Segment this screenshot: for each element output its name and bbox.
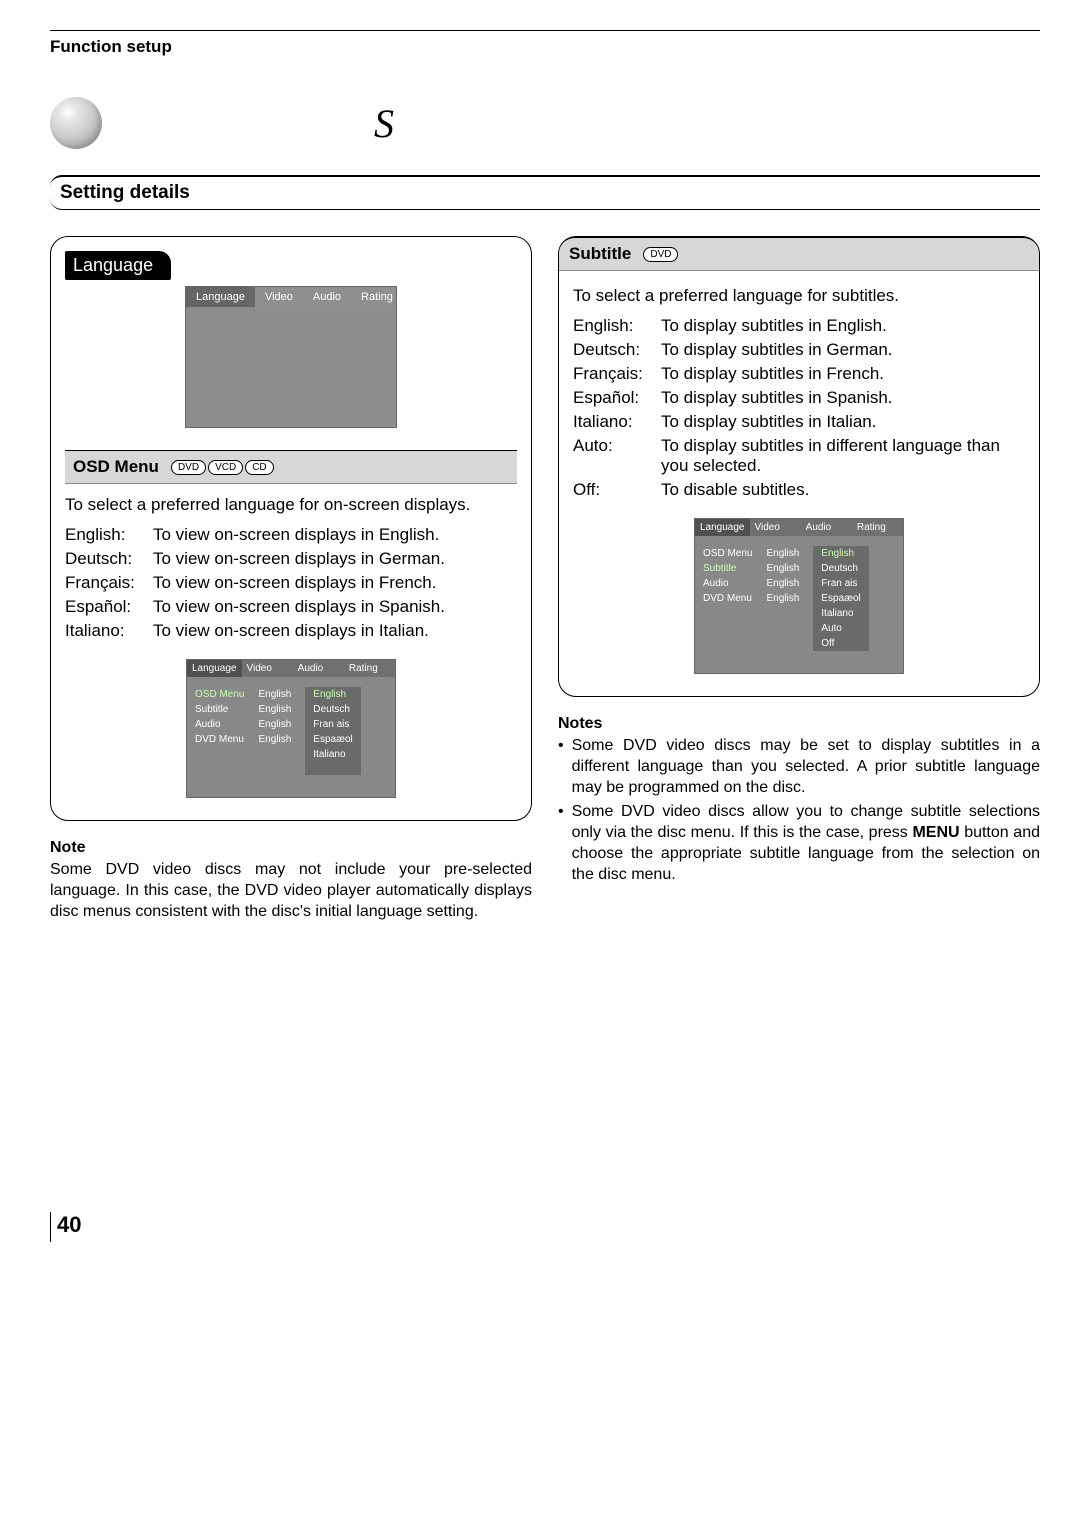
- notes-heading: Notes: [558, 715, 1040, 733]
- opt-key: English:: [573, 316, 655, 336]
- opt-key: Español:: [573, 388, 655, 408]
- page-title-initial: S: [374, 100, 394, 147]
- left-column: Language Language Video Audio Rating OSD…: [50, 236, 532, 922]
- opt-key: Deutsch:: [573, 340, 655, 360]
- mini-opt: Espaæol: [313, 732, 352, 747]
- page-footer: 40: [50, 1212, 1040, 1242]
- opt-key: Auto:: [573, 436, 655, 476]
- subtitle-label: Subtitle: [569, 244, 631, 264]
- mini-val: English: [258, 702, 291, 717]
- disc-pill-cd: CD: [245, 460, 273, 475]
- mini-row: Audio: [703, 576, 752, 591]
- mini-row: DVD Menu: [703, 591, 752, 606]
- opt-key: Français:: [65, 573, 147, 593]
- mini-tab: Video: [750, 519, 801, 536]
- mini-tab: Audio: [801, 519, 852, 536]
- right-column: Subtitle DVD To select a preferred langu…: [558, 236, 1040, 922]
- mini-tab-audio: Audio: [303, 287, 351, 307]
- osd-preview-top: Language Video Audio Rating: [185, 286, 397, 428]
- osd-menu-header: OSD Menu DVD VCD CD: [65, 450, 517, 484]
- mini-tab-language: Language: [186, 287, 255, 307]
- osd-menu-label: OSD Menu: [73, 457, 159, 477]
- osd-menu-desc: To select a preferred language for on-sc…: [65, 494, 517, 517]
- mini-row: DVD Menu: [195, 732, 244, 747]
- osd-menu-options: English: To view on-screen displays in En…: [65, 525, 517, 641]
- opt-val: To display subtitles in Italian.: [661, 412, 1025, 432]
- mini-opt: Auto: [821, 621, 860, 636]
- osd-preview-right: Language Video Audio Rating OSD Menu Sub…: [694, 518, 904, 674]
- opt-val: To view on-screen displays in Italian.: [153, 621, 517, 641]
- language-panel: Language Language Video Audio Rating OSD…: [50, 236, 532, 821]
- disc-pill-dvd: DVD: [643, 247, 678, 262]
- opt-val: To display subtitles in English.: [661, 316, 1025, 336]
- opt-key: Deutsch:: [65, 549, 147, 569]
- mini-opt: Fran ais: [313, 717, 352, 732]
- mini-opt: Italiano: [313, 747, 352, 762]
- opt-key: English:: [65, 525, 147, 545]
- mini-row: Subtitle: [195, 702, 244, 717]
- mini-row: Audio: [195, 717, 244, 732]
- mini-tab-rating: Rating: [351, 287, 403, 307]
- page-number: 40: [57, 1212, 81, 1237]
- mini-opt: Italiano: [821, 606, 860, 621]
- mini-val: English: [766, 591, 799, 606]
- opt-key: Español:: [65, 597, 147, 617]
- sphere-icon: [50, 97, 102, 149]
- opt-val: To display subtitles in French.: [661, 364, 1025, 384]
- mini-tab: Rating: [852, 519, 903, 536]
- mini-opt: English: [821, 546, 860, 561]
- opt-key: Français:: [573, 364, 655, 384]
- mini-row: OSD Menu: [195, 687, 244, 702]
- subtitle-desc: To select a preferred language for subti…: [573, 285, 1025, 308]
- mini-opt: English: [313, 687, 352, 702]
- mini-tab: Language: [695, 519, 750, 536]
- opt-val: To view on-screen displays in French.: [153, 573, 517, 593]
- opt-val: To display subtitles in German.: [661, 340, 1025, 360]
- mini-row: Subtitle: [703, 561, 752, 576]
- opt-key: Italiano:: [65, 621, 147, 641]
- section-heading: Function setup: [50, 30, 1040, 63]
- opt-val: To disable subtitles.: [661, 480, 1025, 500]
- subtitle-options: English: To display subtitles in English.…: [573, 316, 1025, 500]
- opt-val: To view on-screen displays in Spanish.: [153, 597, 517, 617]
- language-tab: Language: [65, 251, 171, 280]
- mini-tab: Video: [242, 660, 293, 677]
- subtitle-panel: Subtitle DVD To select a preferred langu…: [558, 236, 1040, 697]
- disc-pill-vcd: VCD: [208, 460, 243, 475]
- mini-val: English: [258, 732, 291, 747]
- notes-list: Some DVD video discs may be set to displ…: [558, 736, 1040, 886]
- opt-val: To display subtitles in Spanish.: [661, 388, 1025, 408]
- mini-tab: Language: [187, 660, 242, 677]
- opt-val: To view on-screen displays in German.: [153, 549, 517, 569]
- mini-opt: Deutsch: [821, 561, 860, 576]
- mini-tab-video: Video: [255, 287, 303, 307]
- mini-val: English: [766, 561, 799, 576]
- mini-val: English: [766, 576, 799, 591]
- mini-opt: Espaæol: [821, 591, 860, 606]
- disc-pill-dvd: DVD: [171, 460, 206, 475]
- mini-tab: Audio: [293, 660, 344, 677]
- mini-val: English: [258, 717, 291, 732]
- mini-row: OSD Menu: [703, 546, 752, 561]
- subtitle-header: Subtitle DVD: [559, 237, 1039, 271]
- note-item: Some DVD video discs allow you to change…: [572, 802, 1040, 885]
- opt-val: To display subtitles in different langua…: [661, 436, 1025, 476]
- mini-val: English: [258, 687, 291, 702]
- note-item: Some DVD video discs may be set to displ…: [572, 736, 1040, 798]
- opt-key: Off:: [573, 480, 655, 500]
- mini-opt: Off: [821, 636, 860, 651]
- mini-tab: Rating: [344, 660, 395, 677]
- note-heading: Note: [50, 839, 532, 857]
- mini-opt: Deutsch: [313, 702, 352, 717]
- setting-details-bar: Setting details: [50, 175, 1040, 210]
- opt-val: To view on-screen displays in English.: [153, 525, 517, 545]
- opt-key: Italiano:: [573, 412, 655, 432]
- note-text: Some DVD video discs may not include you…: [50, 860, 532, 922]
- osd-preview-bottom-left: Language Video Audio Rating OSD Menu Sub…: [186, 659, 396, 798]
- mini-opt: Fran ais: [821, 576, 860, 591]
- mini-val: English: [766, 546, 799, 561]
- title-row: S: [50, 97, 1040, 149]
